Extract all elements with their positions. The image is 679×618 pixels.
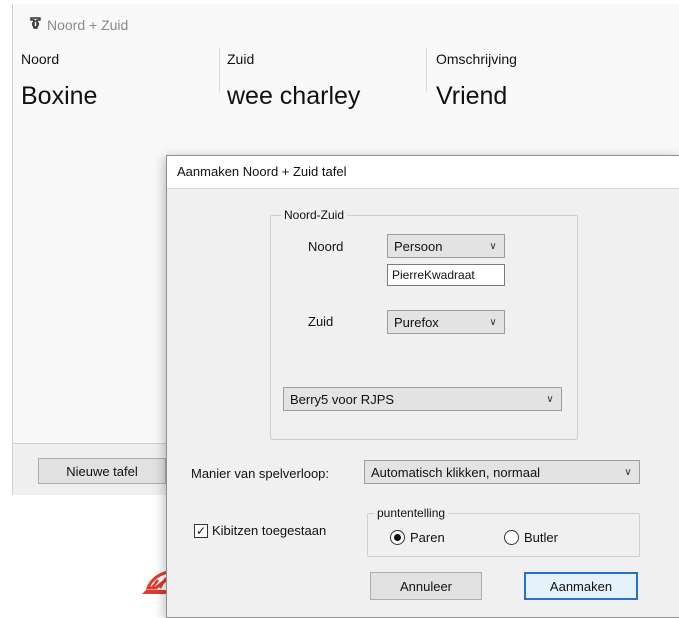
cancel-button[interactable]: Annuleer	[370, 572, 482, 600]
radio-paren[interactable]	[390, 530, 405, 545]
program-select[interactable]: Berry5 voor RJPS ∨	[283, 387, 562, 411]
chevron-down-icon: ∨	[489, 316, 497, 328]
new-table-button[interactable]: Nieuwe tafel	[38, 458, 166, 484]
chevron-down-icon: ∨	[546, 393, 554, 405]
gameplay-select[interactable]: Automatisch klikken, normaal ∨	[364, 460, 640, 484]
chevron-down-icon: ∨	[489, 240, 497, 252]
noord-value: Boxine	[21, 82, 98, 110]
gameplay-select-value: Automatisch klikken, normaal	[371, 464, 541, 480]
column-header-omschrijving: Omschrijving	[436, 51, 517, 67]
noord-type-value: Persoon	[394, 238, 443, 254]
window-title-text: Noord + Zuid	[47, 17, 129, 33]
noord-zuid-legend: Noord-Zuid	[281, 208, 348, 222]
zuid-select-value: Purefox	[394, 314, 439, 330]
scoring-group: puntentelling Paren Butler	[367, 506, 640, 557]
kibitz-label: Kibitzen toegestaan	[212, 523, 327, 538]
radio-butler-label: Butler	[524, 530, 558, 545]
chevron-down-icon: ∨	[624, 466, 632, 478]
column-header-noord: Noord	[21, 51, 60, 67]
program-select-value: Berry5 voor RJPS	[290, 391, 395, 407]
zuid-select[interactable]: Purefox ∨	[387, 310, 505, 334]
column-header-zuid: Zuid	[227, 51, 255, 67]
dialog-title: Aanmaken Noord + Zuid tafel	[177, 164, 347, 179]
zuid-label: Zuid	[308, 314, 334, 329]
noord-name-input[interactable]	[387, 264, 505, 286]
gameplay-label: Manier van spelverloop:	[191, 466, 330, 481]
noord-zuid-group: Noord-Zuid Noord Persoon ∨ Zuid Purefox …	[270, 208, 578, 440]
noord-type-select[interactable]: Persoon ∨	[387, 234, 505, 258]
create-table-dialog: Aanmaken Noord + Zuid tafel Noord-Zuid N…	[166, 155, 679, 618]
scoring-legend: puntentelling	[374, 506, 449, 520]
zuid-value: wee charley	[227, 82, 361, 110]
dialog-titlebar: Aanmaken Noord + Zuid tafel	[167, 156, 679, 189]
radio-butler[interactable]	[504, 530, 519, 545]
radio-paren-label: Paren	[410, 530, 445, 545]
app-icon	[29, 16, 45, 33]
kibitz-checkbox[interactable]: ✓	[194, 524, 208, 538]
omschrijving-value: Vriend	[436, 82, 508, 110]
window-title: Noord + Zuid	[29, 16, 128, 33]
column-separator	[426, 48, 427, 92]
noord-label: Noord	[308, 239, 344, 254]
create-button[interactable]: Aanmaken	[524, 572, 638, 600]
column-separator	[219, 48, 220, 92]
